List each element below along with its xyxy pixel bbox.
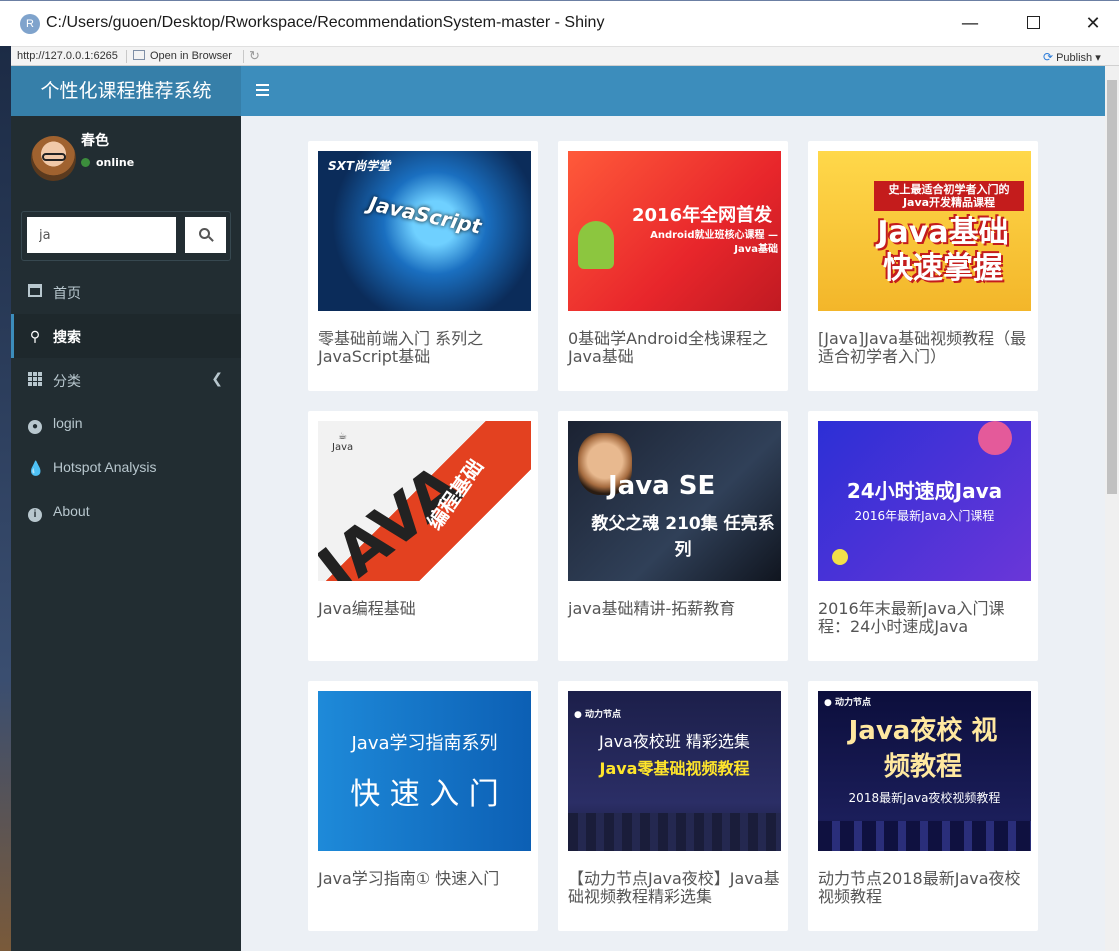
- search-button[interactable]: [185, 217, 226, 253]
- desktop-background: [0, 46, 11, 951]
- course-card[interactable]: SXT尚学堂 JavaScript 零基础前端入门 系列之JavaScript基…: [308, 141, 538, 391]
- sidebar-item-about[interactable]: i About: [11, 490, 241, 534]
- sidebar-item-label: About: [53, 503, 90, 519]
- course-thumbnail[interactable]: ● 动力节点 Java夜校 视频教程 2018最新Java夜校视频教程: [818, 691, 1031, 851]
- course-thumbnail[interactable]: SXT尚学堂 JavaScript: [318, 151, 531, 311]
- course-title[interactable]: 【动力节点Java夜校】Java基础视频教程精彩选集: [568, 870, 783, 906]
- course-title[interactable]: 零基础前端入门 系列之JavaScript基础: [318, 330, 533, 366]
- divider: [126, 50, 127, 63]
- user-circle-icon: ●: [27, 416, 43, 434]
- java-logo-icon: ☕ Java: [332, 431, 354, 453]
- city-skyline: [568, 813, 781, 851]
- calendar-icon: [27, 284, 43, 300]
- search-input[interactable]: [27, 217, 176, 253]
- android-icon: [578, 221, 614, 269]
- main-content: SXT尚学堂 JavaScript 零基础前端入门 系列之JavaScript基…: [241, 116, 1105, 951]
- sidebar-item-label: Hotspot Analysis: [53, 459, 157, 475]
- course-thumbnail[interactable]: Java学习指南系列 快 速 入 门: [318, 691, 531, 851]
- sidebar-item-label: 分类: [53, 373, 81, 389]
- sidebar-item-label: 搜索: [53, 329, 81, 345]
- maximize-icon: [1026, 16, 1040, 29]
- chevron-left-icon: ❮: [211, 370, 223, 386]
- course-card[interactable]: 24小时速成Java 2016年最新Java入门课程 2016年末最新Java入…: [808, 411, 1038, 661]
- url-text[interactable]: http://127.0.0.1:6265: [17, 50, 118, 62]
- avatar: [31, 136, 76, 181]
- course-title[interactable]: 0基础学Android全栈课程之Java基础: [568, 330, 783, 366]
- open-in-browser-label: Open in Browser: [150, 50, 232, 62]
- maximize-button[interactable]: [1010, 9, 1056, 39]
- sidebar-menu: 首页 ⚲ 搜索 分类 ❮ ● login 💧 Hotspot Analysis …: [11, 270, 241, 534]
- course-thumbnail[interactable]: ● 动力节点 Java夜校班 精彩选集 Java零基础视频教程: [568, 691, 781, 851]
- scrollbar-thumb[interactable]: [1107, 80, 1117, 494]
- course-title[interactable]: 2016年末最新Java入门课程：24小时速成Java: [818, 600, 1033, 636]
- sidebar: 春色 online 首页 ⚲ 搜索 分类 ❮ ● login 💧 Hotspot…: [11, 116, 241, 951]
- status-label: online: [96, 156, 135, 169]
- sidebar-item-home[interactable]: 首页: [11, 270, 241, 314]
- course-thumbnail[interactable]: 24小时速成Java 2016年最新Java入门课程: [818, 421, 1031, 581]
- window-title: C:/Users/guoen/Desktop/Rworkspace/Recomm…: [46, 14, 605, 31]
- window-titlebar: R C:/Users/guoen/Desktop/Rworkspace/Reco…: [0, 0, 1119, 46]
- fire-icon: 💧: [27, 460, 45, 476]
- city-skyline: [818, 821, 1031, 851]
- info-circle-icon: i: [27, 504, 43, 522]
- sidebar-item-label: login: [53, 415, 83, 431]
- th-icon: [27, 372, 43, 388]
- course-thumbnail[interactable]: ☕ Java JAVA 编程基础: [318, 421, 531, 581]
- course-card[interactable]: 史上最适合初学者入门的 Java开发精品课程 Java基础 快速掌握 [Java…: [808, 141, 1038, 391]
- sidebar-item-login[interactable]: ● login: [11, 402, 241, 446]
- course-card[interactable]: ● 动力节点 Java夜校 视频教程 2018最新Java夜校视频教程 动力节点…: [808, 681, 1038, 931]
- sidebar-item-category[interactable]: 分类 ❮: [11, 358, 241, 402]
- user-status: online: [81, 156, 134, 169]
- course-thumbnail[interactable]: 史上最适合初学者入门的 Java开发精品课程 Java基础 快速掌握: [818, 151, 1031, 311]
- course-title[interactable]: java基础精讲-拓薪教育: [568, 600, 783, 618]
- publish-icon: ⟳: [1043, 50, 1054, 64]
- course-card[interactable]: Java SE 教父之魂 210集 任亮系列 java基础精讲-拓薪教育: [558, 411, 788, 661]
- refresh-icon[interactable]: ↻: [249, 48, 260, 64]
- course-title[interactable]: Java编程基础: [318, 600, 533, 618]
- course-title[interactable]: Java学习指南① 快速入门: [318, 870, 533, 888]
- course-title[interactable]: 动力节点2018最新Java夜校视频教程: [818, 870, 1033, 906]
- course-thumbnail[interactable]: Java SE 教父之魂 210集 任亮系列: [568, 421, 781, 581]
- open-in-browser-button[interactable]: Open in Browser: [133, 50, 232, 62]
- publish-button[interactable]: ⟳ Publish ▾: [1043, 50, 1101, 64]
- search-icon: ⚲: [29, 328, 41, 344]
- divider: [243, 50, 244, 63]
- r-app-icon: R: [20, 14, 40, 34]
- browser-icon: [133, 50, 145, 60]
- publish-label: Publish: [1056, 52, 1093, 64]
- sidebar-item-label: 首页: [53, 285, 81, 301]
- minimize-button[interactable]: —: [947, 9, 993, 39]
- page-scrollbar[interactable]: [1105, 66, 1119, 951]
- top-navbar: [241, 66, 1105, 116]
- close-button[interactable]: ✕: [1070, 9, 1116, 39]
- powernode-logo-icon: ● 动力节点: [824, 698, 871, 708]
- course-card[interactable]: ● 动力节点 Java夜校班 精彩选集 Java零基础视频教程 【动力节点Jav…: [558, 681, 788, 931]
- course-card[interactable]: 2016年全网首发 Android就业班核心课程 —Java基础 0基础学And…: [558, 141, 788, 391]
- sidebar-item-search[interactable]: ⚲ 搜索: [11, 314, 241, 358]
- course-card[interactable]: ☕ Java JAVA 编程基础 Java编程基础: [308, 411, 538, 661]
- course-card[interactable]: Java学习指南系列 快 速 入 门 Java学习指南① 快速入门: [308, 681, 538, 931]
- online-dot-icon: [81, 158, 90, 167]
- course-title[interactable]: [Java]Java基础视频教程（最适合初学者入门）: [818, 330, 1033, 366]
- sidebar-toggle-icon[interactable]: [256, 84, 269, 96]
- user-name: 春色: [81, 133, 109, 149]
- sidebar-search-form: [21, 211, 231, 261]
- app-logo[interactable]: 个性化课程推荐系统: [11, 66, 241, 116]
- url-bar: http://127.0.0.1:6265 Open in Browser ↻ …: [11, 46, 1119, 66]
- powernode-logo-icon: ● 动力节点: [574, 710, 621, 720]
- sidebar-item-hotspot-analysis[interactable]: 💧 Hotspot Analysis: [11, 446, 241, 490]
- course-thumbnail[interactable]: 2016年全网首发 Android就业班核心课程 —Java基础: [568, 151, 781, 311]
